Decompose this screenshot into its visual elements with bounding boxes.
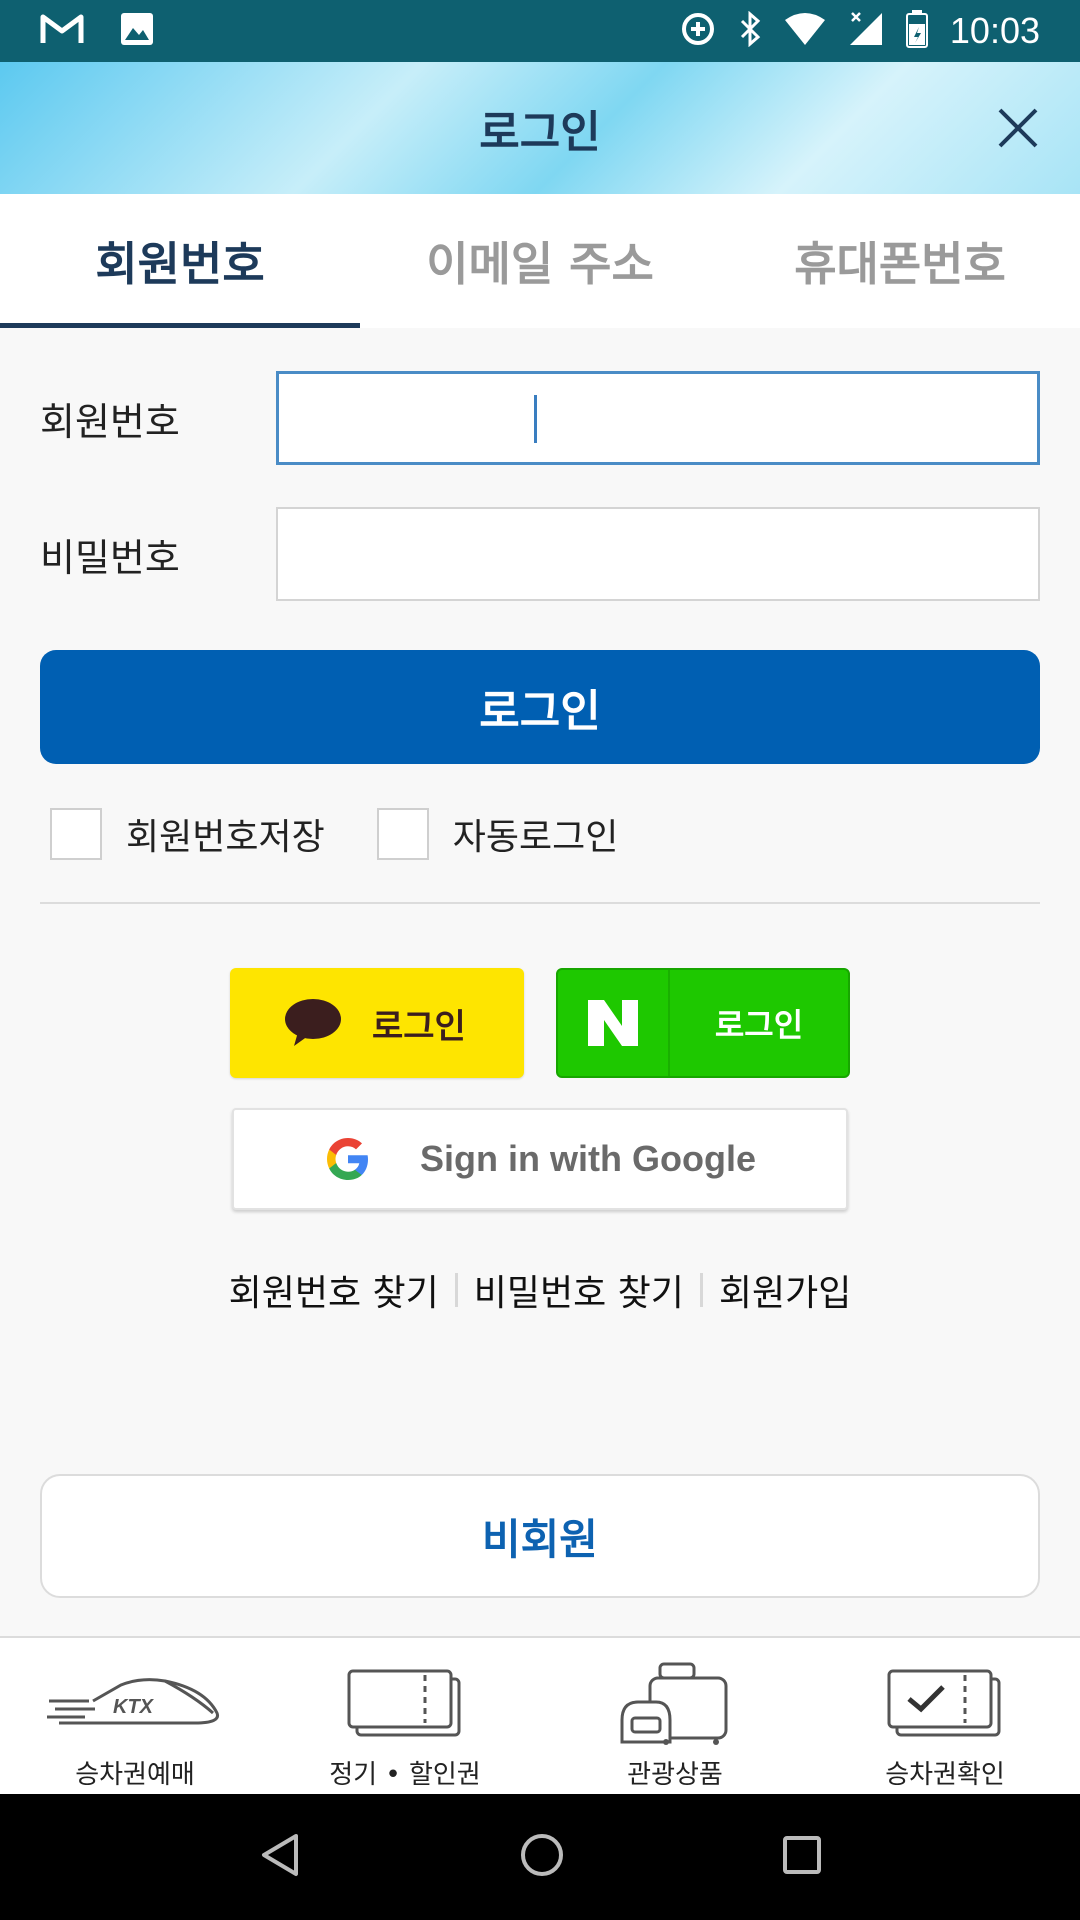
tab-member-number[interactable]: 회원번호 [0, 194, 360, 328]
gmail-icon [40, 13, 84, 49]
status-time: 10:03 [949, 10, 1040, 51]
close-button[interactable] [994, 104, 1042, 152]
login-options: 회원번호저장 자동로그인 [50, 808, 670, 860]
battery-icon [905, 10, 928, 52]
nav-tour-products[interactable]: 관광상품 [540, 1638, 810, 1794]
password-input[interactable] [276, 507, 1040, 601]
wifi-icon [784, 12, 826, 50]
naver-n-icon [588, 1000, 638, 1046]
save-member-number-option[interactable]: 회원번호저장 [50, 808, 325, 860]
kakao-login-button[interactable]: 로그인 [230, 968, 524, 1078]
find-member-number-link[interactable]: 회원번호 찾기 [229, 1264, 439, 1316]
google-signin-label: Sign in with Google [420, 1138, 756, 1179]
account-links: 회원번호 찾기 비밀번호 찾기 회원가입 [0, 1264, 1080, 1316]
status-bar: 10:03 [0, 0, 1080, 62]
bluetooth-icon [738, 10, 762, 51]
nav-ticket-check[interactable]: 승차권확인 [810, 1638, 1080, 1794]
data-saver-icon [680, 11, 716, 51]
member-number-row: 회원번호 [40, 370, 1040, 466]
kakao-talk-icon [285, 999, 341, 1046]
ticket-icon [347, 1664, 463, 1744]
auto-login-label: 자동로그인 [452, 817, 619, 858]
login-method-tabs: 회원번호 이메일 주소 휴대폰번호 [0, 194, 1080, 328]
nav-label: 승차권확인 [885, 1760, 1005, 1790]
kakao-login-label: 로그인 [372, 1006, 466, 1047]
ktx-train-icon: KTX [45, 1664, 225, 1744]
back-icon[interactable] [258, 1832, 302, 1882]
password-row: 비밀번호 [40, 506, 1040, 602]
nav-ticket-booking[interactable]: KTX 승차권예매 [0, 1638, 270, 1794]
google-signin-button[interactable]: Sign in with Google [232, 1108, 848, 1210]
naver-login-button[interactable]: 로그인 [556, 968, 850, 1078]
save-member-number-label: 회원번호저장 [126, 817, 325, 858]
naver-login-label: 로그인 [714, 1006, 804, 1044]
auto-login-checkbox[interactable] [376, 808, 429, 860]
link-separator [454, 1273, 458, 1307]
luggage-icon [620, 1662, 730, 1745]
image-icon [120, 12, 154, 50]
home-icon[interactable] [519, 1832, 565, 1882]
sign-up-link[interactable]: 회원가입 [719, 1264, 851, 1316]
guest-button[interactable]: 비회원 [40, 1474, 1040, 1598]
tab-phone[interactable]: 휴대폰번호 [720, 194, 1080, 328]
naver-logo [558, 970, 670, 1076]
nav-label: 관광상품 [627, 1760, 723, 1790]
close-icon [998, 108, 1038, 148]
svg-text:KTX: KTX [113, 1696, 155, 1718]
tab-email[interactable]: 이메일 주소 [360, 194, 720, 328]
google-g-icon [327, 1138, 368, 1180]
login-button[interactable]: 로그인 [40, 650, 1040, 764]
header: 로그인 [0, 62, 1080, 194]
nav-pass-discount[interactable]: 정기 • 할인권 [270, 1638, 540, 1794]
nav-label: 정기 • 할인권 [329, 1760, 481, 1790]
link-separator [699, 1273, 703, 1307]
password-label: 비밀번호 [40, 535, 180, 580]
nav-label: 승차권예매 [75, 1760, 195, 1790]
screen: 10:03 로그인 회원번호 이메일 주소 휴대폰번호 회원번호 비밀번호 로그… [0, 0, 1080, 1920]
system-nav-bar [0, 1794, 1080, 1920]
member-number-label: 회원번호 [40, 399, 180, 444]
recents-icon[interactable] [782, 1835, 822, 1879]
bottom-nav: KTX 승차권예매 정기 • 할인권 관광상품 승차권확인 [0, 1636, 1080, 1794]
divider [40, 902, 1040, 904]
page-title: 로그인 [479, 107, 601, 158]
save-member-number-checkbox[interactable] [50, 808, 102, 860]
ticket-check-icon [887, 1664, 1003, 1744]
member-number-input[interactable] [276, 371, 1040, 465]
text-caret [534, 395, 537, 443]
auto-login-option[interactable]: 자동로그인 [376, 808, 619, 860]
find-password-link[interactable]: 비밀번호 찾기 [474, 1264, 684, 1316]
signal-icon [848, 11, 884, 51]
